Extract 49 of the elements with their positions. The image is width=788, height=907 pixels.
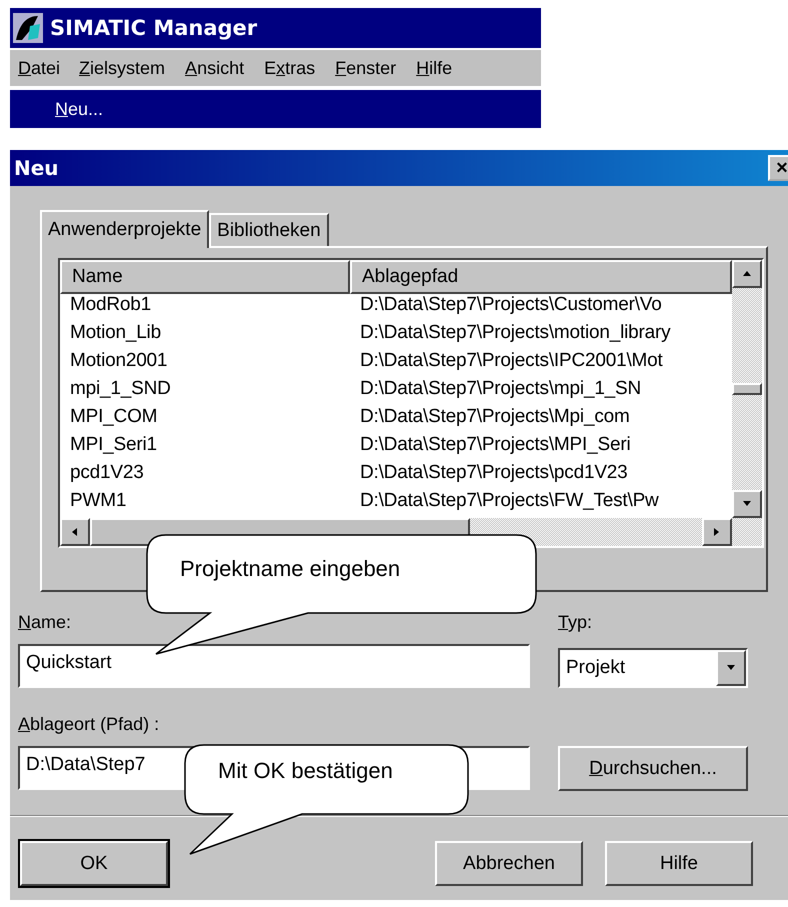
tab[interactable]: Bibliotheken — [209, 213, 329, 246]
callout-text: Projektname eingeben — [180, 556, 400, 582]
table-cell-text: D:\Data\Step7\Projects\pcd1V23 — [359, 462, 629, 485]
table-cell-text: MPI_COM — [69, 406, 158, 429]
menu-item[interactable]: Zielsystem — [70, 52, 174, 84]
left-arrow-icon — [70, 527, 80, 537]
scroll-up-button[interactable] — [732, 260, 762, 288]
dialog-button[interactable]: OK — [20, 841, 168, 886]
browse-button[interactable]: Durchsuchen... — [558, 746, 748, 791]
field-label: Typ: — [558, 612, 594, 634]
menu-item[interactable]: Fenster — [326, 52, 406, 84]
table-cell-text: ModRob1 — [69, 294, 152, 317]
dialog-title: Neu — [14, 156, 59, 180]
menu-item[interactable]: Hilfe — [407, 52, 462, 84]
table-cell-text: mpi_1_SND — [69, 378, 172, 401]
table-cell-text: PWM1 — [69, 490, 128, 513]
dialog-button[interactable]: Hilfe — [605, 841, 753, 886]
app-icon — [12, 12, 44, 44]
table-cell-text: Motion_Lib — [69, 322, 162, 345]
menu-item[interactable]: Extras — [255, 52, 324, 84]
table-cell-text: D:\Data\Step7\Projects\IPC2001\Mot — [359, 350, 664, 373]
menu-entry[interactable]: Neu... — [10, 90, 541, 128]
field-label: Ablageort (Pfad) : — [18, 714, 160, 736]
callout-text: Mit OK bestätigen — [218, 758, 393, 784]
column-header[interactable]: Name — [60, 260, 350, 294]
table-cell-text: pcd1V23 — [69, 462, 145, 485]
table-cell-text: Motion2001 — [69, 350, 168, 373]
table-cell-text: D:\Data\Step7\Projects\MPI_Seri — [359, 434, 632, 457]
scroll-down-button[interactable] — [732, 490, 762, 518]
table-cell-text: D:\Data\Step7\Projects\motion_library — [359, 322, 672, 345]
window-title: SIMATIC Manager — [50, 16, 258, 40]
column-header[interactable]: Ablagepfad — [350, 260, 732, 294]
field-label: Name: — [18, 612, 72, 634]
scroll-left-button[interactable] — [60, 518, 90, 546]
input-field[interactable]: Quickstart — [18, 644, 530, 688]
table-cell-text: MPI_Seri1 — [69, 434, 158, 457]
tab[interactable]: Anwenderprojekte — [40, 210, 210, 248]
menu-item[interactable]: Ansicht — [176, 52, 254, 84]
menu-item[interactable]: Datei — [10, 54, 68, 82]
close-button[interactable]: × — [768, 155, 788, 181]
table-cell-text: D:\Data\Step7\Projects\Customer\Vo — [359, 294, 663, 317]
scroll-right-button[interactable] — [702, 518, 732, 546]
table-cell-text: D:\Data\Step7\Projects\mpi_1_SN — [359, 378, 642, 401]
dialog-button[interactable]: Abbrechen — [435, 841, 583, 886]
up-arrow-icon — [742, 269, 752, 279]
dropdown[interactable]: Projekt — [558, 648, 748, 688]
scroll-thumb[interactable] — [732, 383, 762, 395]
table-cell-text: D:\Data\Step7\Projects\Mpi_com — [359, 406, 631, 429]
table-cell-text: D:\Data\Step7\Projects\FW_Test\Pw — [359, 490, 660, 513]
